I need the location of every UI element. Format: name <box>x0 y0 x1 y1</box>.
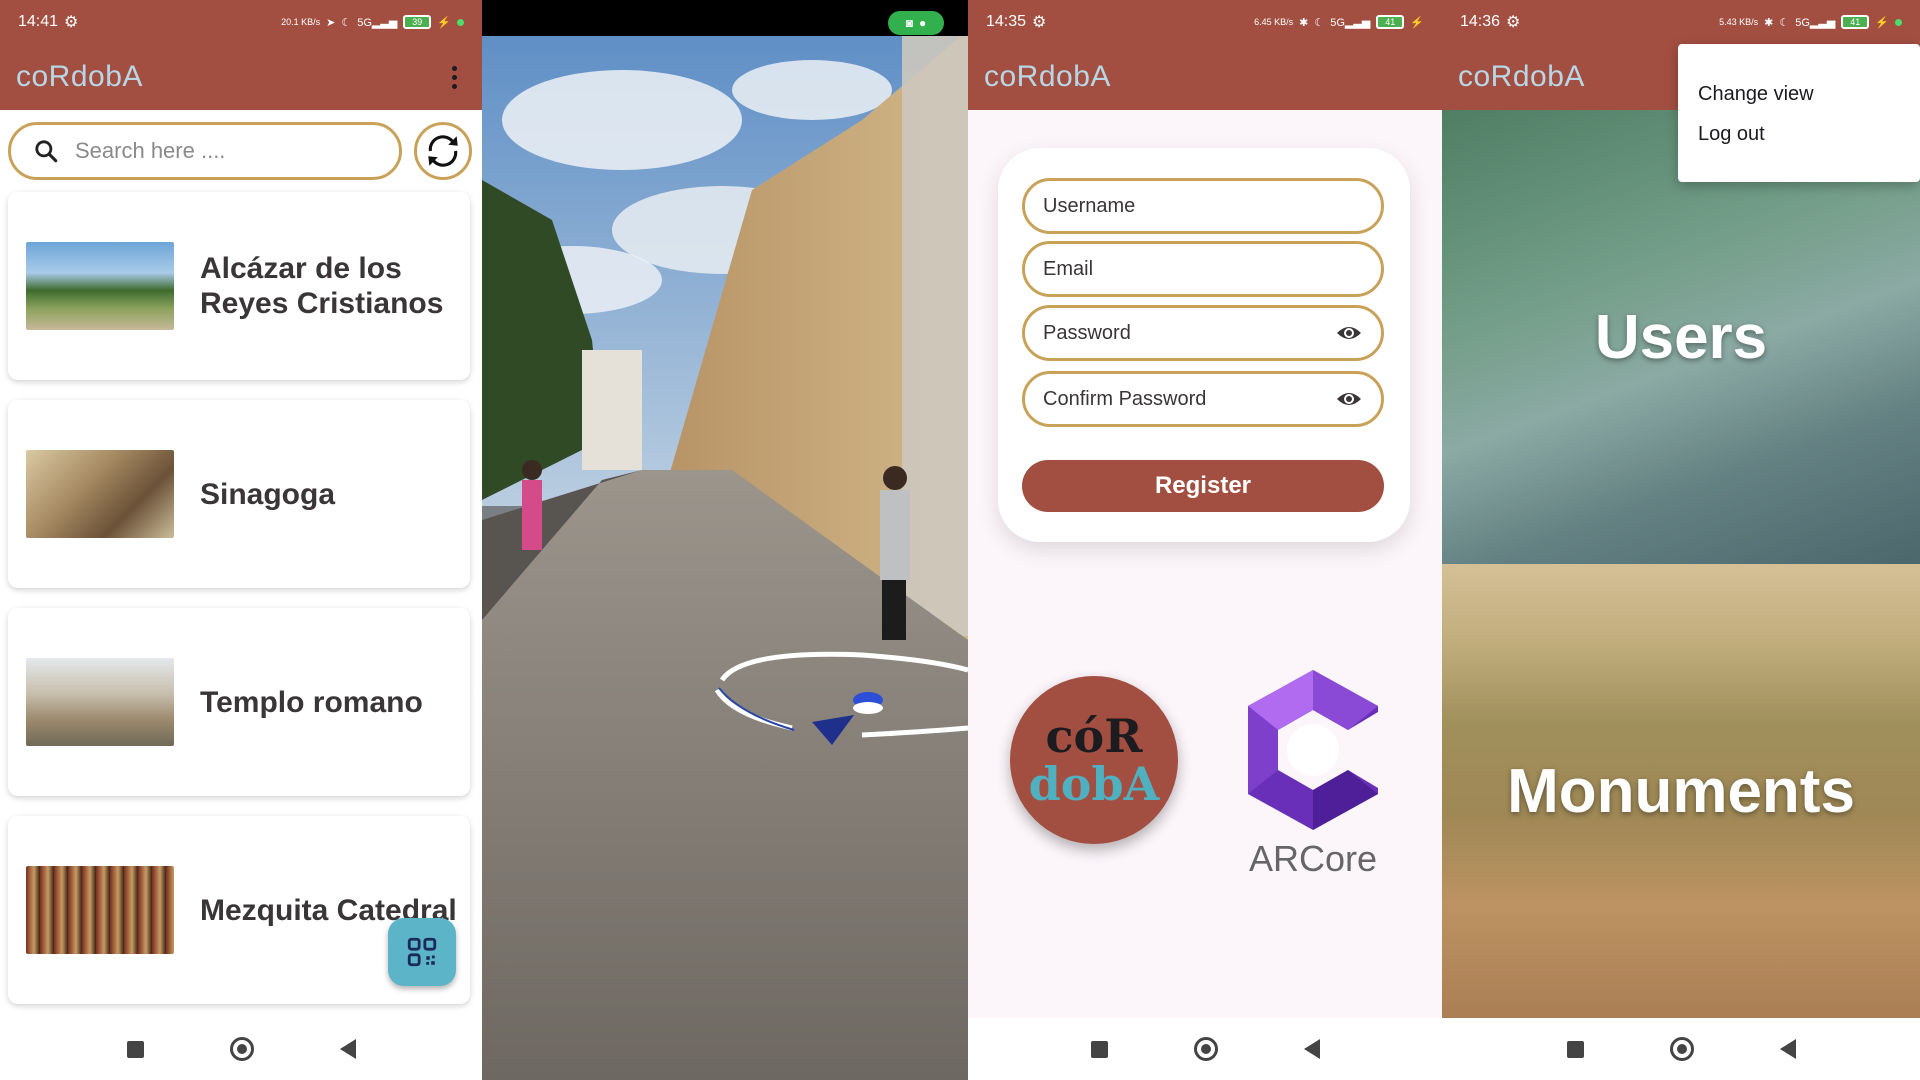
back-icon[interactable] <box>1303 1039 1320 1059</box>
email-field[interactable]: Email <box>1022 241 1384 297</box>
back-icon[interactable] <box>1779 1039 1796 1059</box>
status-time: 14:35 <box>986 13 1027 30</box>
system-nav-bar <box>0 1018 482 1080</box>
search-bar[interactable] <box>8 122 402 180</box>
username-field[interactable]: Username <box>1022 178 1384 234</box>
status-time: 14:41 <box>18 13 59 30</box>
password-field[interactable]: Password <box>1022 305 1384 361</box>
app-title: coRdobA <box>984 60 1111 93</box>
sinagoga-thumbnail <box>26 450 174 538</box>
battery-icon: 39 <box>403 15 432 29</box>
home-icon[interactable] <box>229 1037 254 1061</box>
refresh-icon <box>428 135 458 167</box>
email-label: Email <box>1043 257 1094 280</box>
ar-camera-screen: ◙ ● <box>482 0 968 1080</box>
password-label: Password <box>1043 321 1131 344</box>
overflow-menu: Change view Log out <box>1678 44 1920 182</box>
card-title: Sinagoga <box>200 477 336 511</box>
menu-item-log-out[interactable]: Log out <box>1678 104 1920 164</box>
arcore-logo-icon <box>1248 670 1378 830</box>
monuments-list-screen: 14:41 ⚙ 20.1 KB/s ➤ ☾ 5G▂▃▅ 39 ⚡ coRdobA <box>0 0 482 1080</box>
recents-icon[interactable] <box>1090 1040 1108 1058</box>
eye-icon[interactable] <box>1335 389 1363 409</box>
cordoba-logo: cóR dobA <box>1010 676 1178 844</box>
card-title: Templo romano <box>200 685 423 719</box>
system-nav-bar <box>1442 1018 1920 1080</box>
recents-icon[interactable] <box>126 1040 144 1058</box>
monument-card-templo[interactable]: Templo romano <box>8 608 470 796</box>
camera-location-indicator: ◙ ● <box>888 11 944 35</box>
status-bar: 14:36 ⚙ 5.43 KB/s ✱ ☾ 5G▂▃▅ 41 ⚡ <box>1442 0 1920 44</box>
logo-text-bottom: dobA <box>1028 757 1160 811</box>
monument-card-sinagoga[interactable]: Sinagoga <box>8 400 470 588</box>
location-arrow-icon: ➤ <box>326 16 336 29</box>
alcazar-thumbnail <box>26 242 174 330</box>
charging-icon: ⚡ <box>437 16 451 29</box>
home-tiles-screen: 14:36 ⚙ 5.43 KB/s ✱ ☾ 5G▂▃▅ 41 ⚡ coRdobA… <box>1442 0 1920 1080</box>
settings-gear-icon: ⚙ <box>1032 14 1047 31</box>
register-form: Username Email Password Confirm Password… <box>998 148 1410 542</box>
status-bar: 14:35 ⚙ 6.45 KB/s ✱ ☾ 5G▂▃▅ 41 ⚡ <box>968 0 1442 44</box>
username-label: Username <box>1043 194 1136 217</box>
privacy-dot-icon <box>1895 18 1902 26</box>
app-title: coRdobA <box>1458 60 1585 93</box>
monument-card-alcazar[interactable]: Alcázar de los Reyes Cristianos <box>8 192 470 380</box>
monuments-tile-label: Monuments <box>1507 756 1855 826</box>
confirm-password-field[interactable]: Confirm Password <box>1022 371 1384 427</box>
recents-icon[interactable] <box>1566 1040 1584 1058</box>
app-bar: coRdobA <box>968 44 1442 110</box>
signal-icon: 5G▂▃▅ <box>1795 16 1836 29</box>
battery-icon: 41 <box>1376 15 1405 29</box>
register-screen: 14:35 ⚙ 6.45 KB/s ✱ ☾ 5G▂▃▅ 41 ⚡ coRdobA… <box>968 0 1442 1080</box>
signal-icon: 5G▂▃▅ <box>357 16 398 29</box>
qr-code-icon <box>407 937 437 967</box>
location-pin-icon: ● <box>919 16 927 30</box>
app-title: coRdobA <box>16 60 143 93</box>
battery-icon: 41 <box>1841 15 1870 29</box>
privacy-dot-icon <box>457 18 464 26</box>
home-icon[interactable] <box>1669 1037 1694 1061</box>
ar-camera-view[interactable] <box>482 0 968 1080</box>
back-icon[interactable] <box>339 1039 356 1059</box>
net-speed: 6.45 KB/s <box>1254 17 1294 27</box>
arcore-label: ARCore <box>1248 838 1378 879</box>
bluetooth-icon: ✱ <box>1299 16 1309 29</box>
qr-scan-button[interactable] <box>388 918 456 986</box>
confirm-password-label: Confirm Password <box>1043 387 1207 410</box>
moon-icon: ☾ <box>1779 16 1790 29</box>
settings-gear-icon: ⚙ <box>1506 14 1521 31</box>
app-bar: coRdobA <box>0 44 482 110</box>
search-input[interactable] <box>75 138 375 164</box>
settings-gear-icon: ⚙ <box>64 14 79 31</box>
monuments-tile[interactable]: Monuments <box>1442 564 1920 1018</box>
search-icon <box>35 140 58 163</box>
templo-thumbnail <box>26 658 174 746</box>
moon-icon: ☾ <box>1314 16 1325 29</box>
eye-icon[interactable] <box>1335 323 1363 343</box>
signal-icon: 5G▂▃▅ <box>1330 16 1371 29</box>
moon-icon: ☾ <box>341 16 352 29</box>
status-time: 14:36 <box>1460 13 1501 30</box>
overflow-menu-icon[interactable] <box>442 62 466 92</box>
refresh-button[interactable] <box>414 122 472 180</box>
status-bar: 14:41 ⚙ 20.1 KB/s ➤ ☾ 5G▂▃▅ 39 ⚡ <box>0 0 482 44</box>
bluetooth-icon: ✱ <box>1764 16 1774 29</box>
net-speed: 20.1 KB/s <box>281 17 321 27</box>
mezquita-thumbnail <box>26 866 174 954</box>
users-tile-label: Users <box>1594 302 1768 372</box>
charging-icon: ⚡ <box>1410 16 1424 29</box>
system-nav-bar <box>968 1018 1442 1080</box>
card-title: Alcázar de los Reyes Cristianos <box>200 252 444 320</box>
register-button[interactable]: Register <box>1022 460 1384 512</box>
home-icon[interactable] <box>1193 1037 1218 1061</box>
camera-icon: ◙ <box>905 16 913 30</box>
charging-icon: ⚡ <box>1875 16 1889 29</box>
net-speed: 5.43 KB/s <box>1719 17 1759 27</box>
logo-text-top: cóR <box>1045 709 1143 763</box>
